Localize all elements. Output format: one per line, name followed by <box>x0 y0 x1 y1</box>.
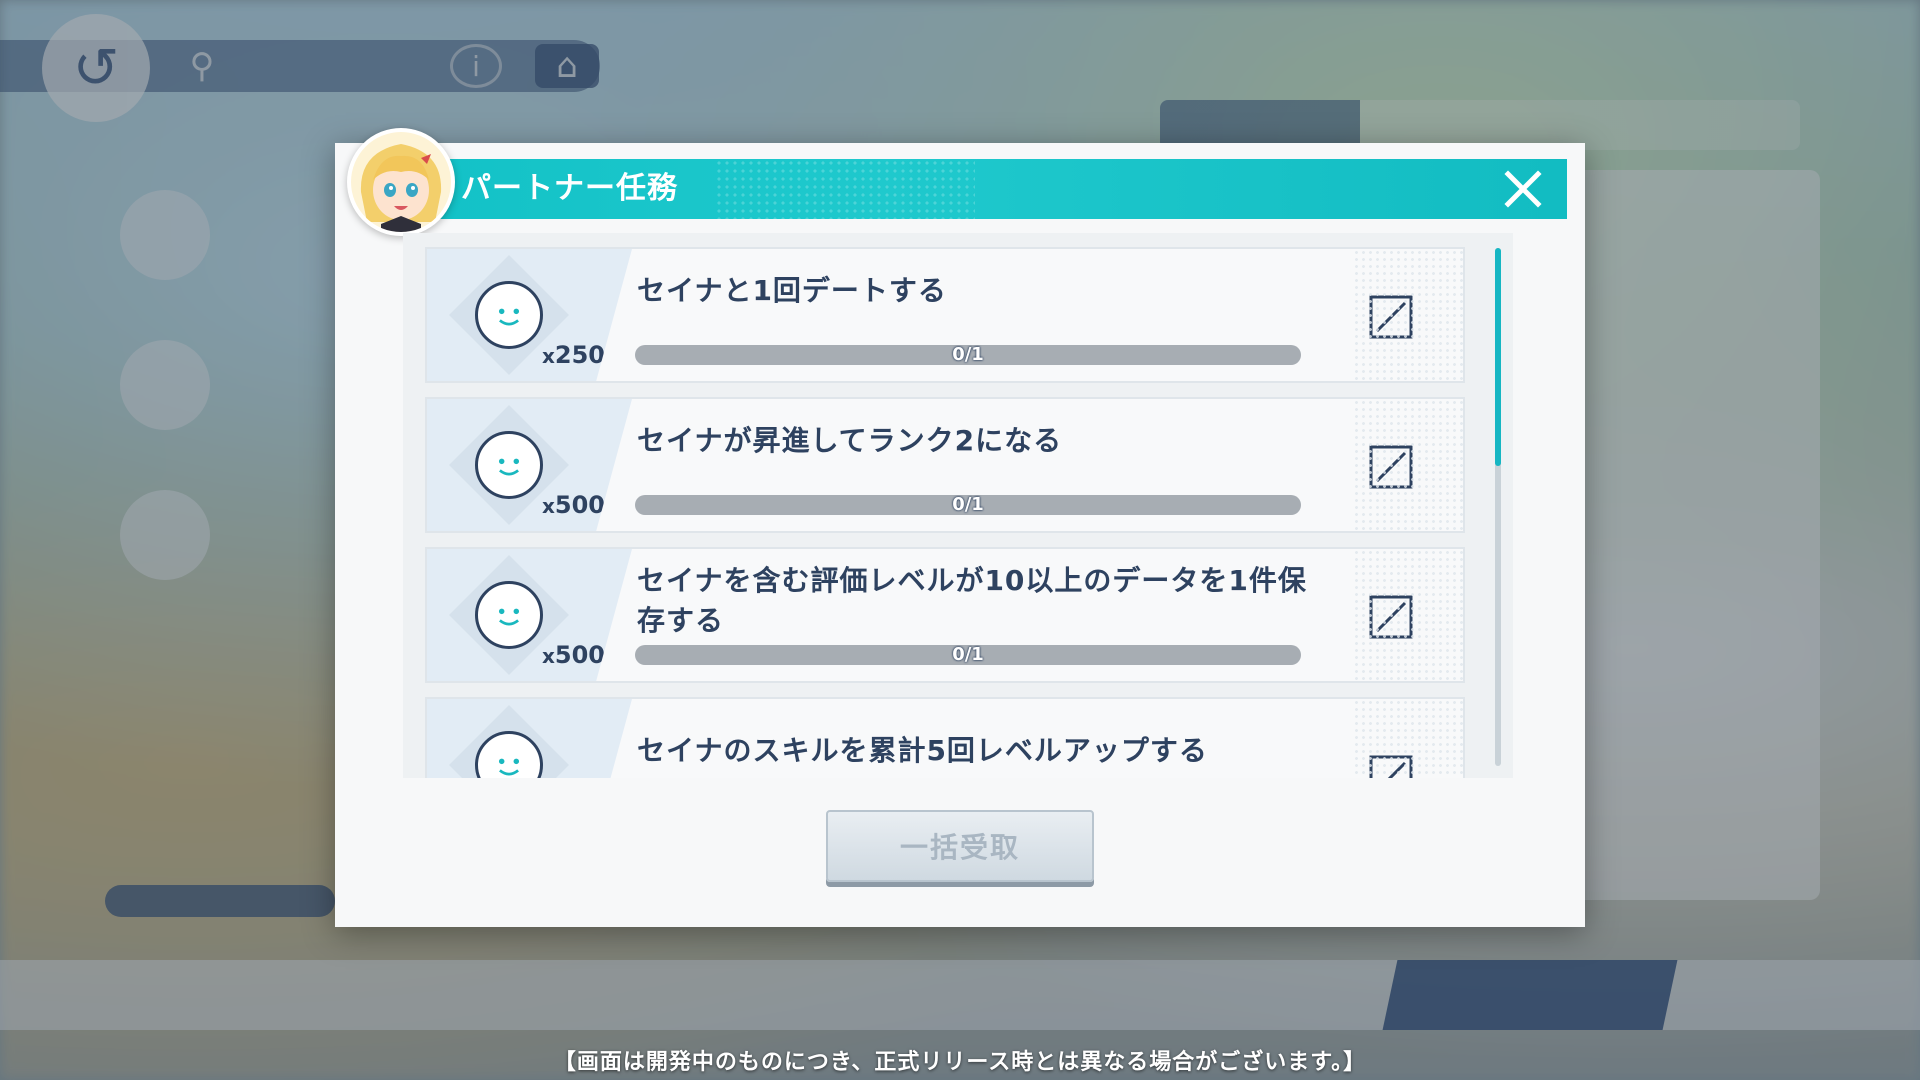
partner-mission-dialog: パートナー任務 x250 セイナと1回デートする 0/1 x500 セイナが昇進… <box>335 128 1585 927</box>
reward-panel <box>427 699 632 778</box>
progress-label: 0/1 <box>952 645 984 665</box>
smiley-token-icon <box>475 281 543 349</box>
reward-count: x500 <box>542 491 606 519</box>
incomplete-status-icon <box>1369 755 1413 778</box>
reward-panel: x250 <box>427 249 632 381</box>
incomplete-status-icon <box>1369 595 1413 639</box>
smiley-token-icon <box>475 731 543 778</box>
claim-all-button[interactable]: 一括受取 <box>826 810 1094 882</box>
mission-description: セイナが昇進してランク2になる <box>637 424 1063 457</box>
smiley-token-icon <box>475 581 543 649</box>
mission-description: セイナのスキルを累計5回レベルアップする <box>637 734 1208 767</box>
character-portrait <box>347 128 455 236</box>
dialog-header: パートナー任務 <box>435 159 1567 219</box>
mission-row: x250 セイナと1回デートする 0/1 <box>425 247 1465 383</box>
mission-progress-bar: 0/1 <box>635 345 1301 365</box>
close-icon <box>1504 170 1542 208</box>
mission-row: x500 セイナが昇進してランク2になる 0/1 <box>425 397 1465 533</box>
mission-description: セイナを含む評価レベルが10以上のデータを1件保存する <box>637 564 1307 637</box>
scrollbar-track[interactable] <box>1495 248 1501 766</box>
dialog-title: パートナー任務 <box>461 171 678 206</box>
scrollbar-thumb[interactable] <box>1495 248 1501 466</box>
mission-row: x500 セイナを含む評価レベルが10以上のデータを1件保存する 0/1 <box>425 547 1465 683</box>
mission-progress-bar: 0/1 <box>635 645 1301 665</box>
incomplete-status-icon <box>1369 295 1413 339</box>
reward-panel: x500 <box>427 549 632 681</box>
reward-count: x250 <box>542 341 606 369</box>
smiley-token-icon <box>475 431 543 499</box>
mission-progress-bar: 0/1 <box>635 495 1301 515</box>
reward-count: x500 <box>542 641 606 669</box>
progress-label: 0/1 <box>952 495 984 515</box>
progress-label: 0/1 <box>952 345 984 365</box>
reward-panel: x500 <box>427 399 632 531</box>
close-button[interactable] <box>1501 167 1545 211</box>
development-notice: 【画面は開発中のものにつき、正式リリース時とは異なる場合がございます。】 <box>553 1050 1367 1075</box>
incomplete-status-icon <box>1369 445 1413 489</box>
mission-row: セイナのスキルを累計5回レベルアップする <box>425 697 1465 778</box>
mission-list[interactable]: x250 セイナと1回デートする 0/1 x500 セイナが昇進してランク2にな… <box>403 233 1513 778</box>
mission-description: セイナと1回デートする <box>637 274 947 307</box>
character-avatar-art <box>351 132 451 232</box>
